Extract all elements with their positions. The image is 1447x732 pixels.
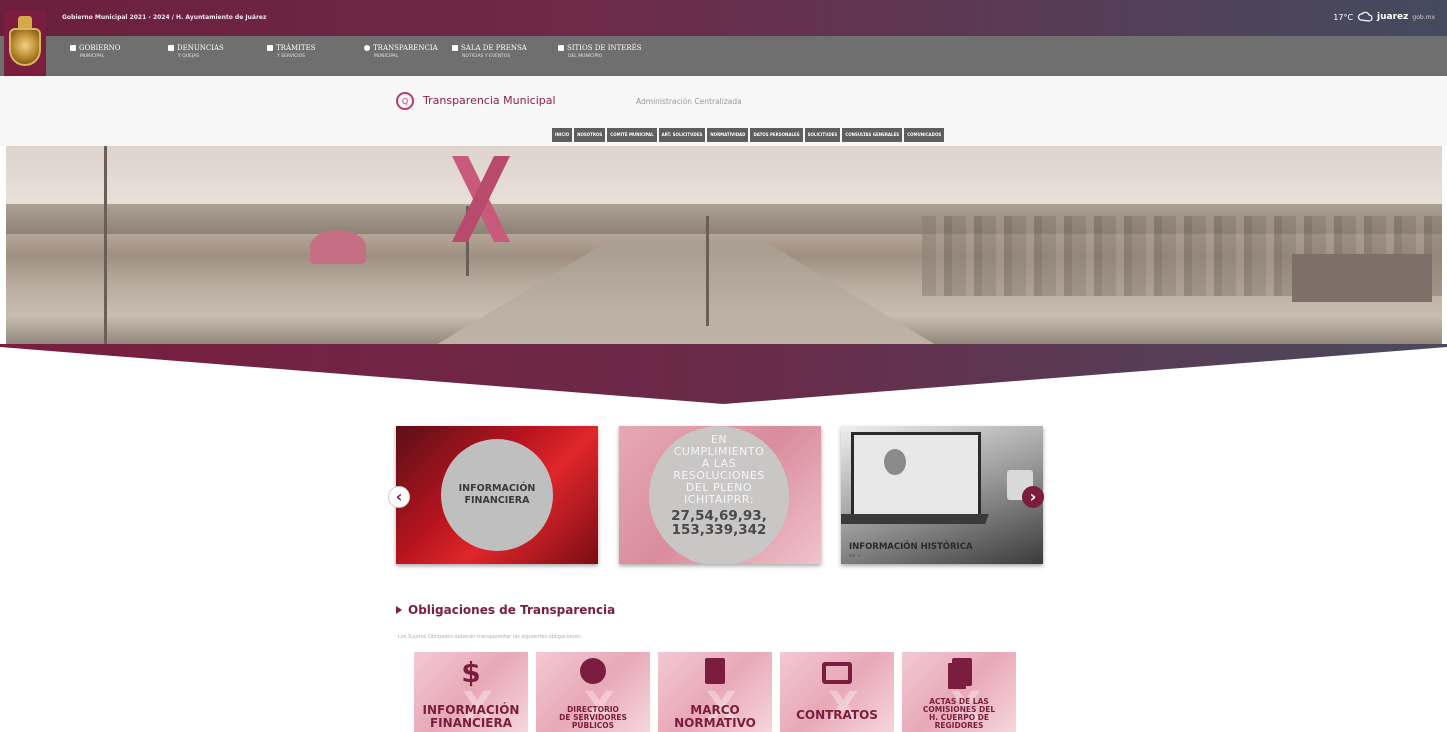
carousel-slide-informacion-historica[interactable]: INFORMACIÓN HISTÓRICA ver + — [841, 426, 1043, 564]
nav-item-sublabel: NOTICIAS Y EVENTOS — [462, 54, 511, 59]
search-icon — [364, 45, 370, 51]
slide-label: INFORMACIÓN FINANCIERA — [458, 483, 536, 506]
carousel-next-button[interactable]: › — [1022, 486, 1044, 508]
temperature: 17°C — [1333, 12, 1354, 22]
nav-item-denuncias[interactable]: DENUNCIAS Y QUEJAS — [168, 44, 224, 59]
top-bar: Gobierno Municipal 2021 - 2024 / H. Ayun… — [0, 0, 1447, 36]
tile-label: MARCO NORMATIVO — [674, 703, 756, 730]
nav-item-sala-de-prensa[interactable]: SALA DE PRENSA NOTICIAS Y EVENTOS — [452, 44, 527, 59]
slide-label: INFORMACIÓN HISTÓRICA — [849, 542, 973, 552]
carousel-slide-resoluciones[interactable]: EN CUMPLIMIENTO A LAS RESOLUCIONES DEL P… — [619, 426, 821, 564]
main-nav: GOBIERNO MUNICIPAL DENUNCIAS Y QUEJAS TR… — [0, 36, 1447, 76]
nav-item-sublabel: Y QUEJAS — [178, 54, 200, 59]
tile-label: CONTRATOS — [796, 708, 878, 722]
hero-power-pole — [104, 146, 107, 346]
laptop-base — [841, 514, 989, 524]
nav-item-sublabel: MUNICIPAL — [374, 54, 399, 59]
site-brand-suffix: gob.mx — [1412, 13, 1435, 21]
subnav-item-art-solicitudes[interactable]: ART. SOLICITUDES — [658, 128, 706, 142]
section-title[interactable]: Transparencia Municipal — [423, 94, 556, 107]
tile-watermark: X — [828, 684, 859, 730]
nav-item-sublabel: MUNICIPAL — [80, 54, 105, 59]
nav-item-gobierno[interactable]: GOBIERNO MUNICIPAL — [70, 44, 120, 59]
subnav-item-comunicados[interactable]: COMUNICADOS — [904, 128, 945, 142]
slide-numbers: 27,54,69,93, 153,339,342 — [671, 508, 767, 538]
weather-widget: 17°C juarez gob.mx — [1333, 10, 1435, 24]
featured-carousel: INFORMACIÓN FINANCIERA EN CUMPLIMIENTO A… — [388, 426, 1046, 566]
subnav-item-solicitudes[interactable]: SOLICITUDES — [804, 128, 841, 142]
tile-contratos[interactable]: X CONTRATOS — [780, 652, 894, 732]
carousel-slide-informacion-financiera[interactable]: INFORMACIÓN FINANCIERA — [396, 426, 598, 564]
crown-icon — [18, 16, 32, 28]
nav-item-label: GOBIERNO — [79, 44, 121, 52]
directory-icon — [536, 658, 650, 688]
hero-building — [1292, 254, 1432, 302]
nav-item-label: TRÁMITES — [276, 44, 316, 52]
hero-x-monument — [452, 156, 510, 242]
cloud-icon — [1357, 11, 1373, 22]
obligaciones-tiles: X $ INFORMACIÓN FINANCIERA X DIRECTORIO … — [414, 652, 1016, 732]
megaphone-icon — [168, 45, 174, 51]
tile-label: INFORMACIÓN FINANCIERA — [422, 703, 520, 730]
section-subtitle[interactable]: Administración Centralizada — [636, 97, 742, 106]
hero-road — [426, 241, 946, 346]
building-icon — [70, 45, 76, 51]
triangle-right-icon — [396, 606, 402, 614]
slide-text: EN CUMPLIMIENTO A LAS RESOLUCIONES DEL P… — [673, 433, 765, 506]
newspaper-icon — [452, 45, 458, 51]
nav-item-label: TRANSPARENCIA — [373, 44, 438, 52]
subnav-item-consultas[interactable]: CONSULTAS GENERALES — [842, 128, 903, 142]
nav-item-sublabel: Y SERVICIOS — [277, 54, 306, 59]
tile-actas[interactable]: X ACTAS DE LAS COMISIONES DEL H. CUERPO … — [902, 652, 1016, 732]
nav-item-sublabel: DEL MUNICIPIO — [568, 54, 603, 59]
obligaciones-title: Obligaciones de Transparencia — [408, 603, 616, 617]
site-brand[interactable]: juarez — [1377, 12, 1408, 22]
nav-item-label: SITIOS DE INTERÉS — [567, 44, 642, 52]
subnav-item-nosotros[interactable]: NOSOTROS — [574, 128, 606, 142]
laptop-image — [851, 432, 981, 518]
nav-item-transparencia[interactable]: TRANSPARENCIA MUNICIPAL — [364, 44, 438, 59]
subnav-item-normatividad[interactable]: NORMATIVIDAD — [707, 128, 749, 142]
tile-label: DIRECTORIO DE SERVIDORES PÚBLICOS — [559, 705, 627, 730]
tile-label: ACTAS DE LAS COMISIONES DEL H. CUERPO DE… — [922, 697, 996, 730]
nav-item-sitios[interactable]: SITIOS DE INTERÉS DEL MUNICIPIO — [558, 44, 642, 59]
hero-lamp-pole — [706, 216, 709, 326]
hero-chevron-band — [0, 344, 1447, 404]
document-icon — [658, 658, 772, 688]
sub-nav: INICIO NOSOTROS COMITÉ MUNICIPAL ART. SO… — [552, 128, 945, 142]
slide-sublabel: ver + — [849, 553, 861, 558]
tile-directorio[interactable]: X DIRECTORIO DE SERVIDORES PÚBLICOS — [536, 652, 650, 732]
hero-city-panorama — [6, 146, 1442, 346]
subnav-item-datos-personales[interactable]: DATOS PERSONALES — [750, 128, 803, 142]
document-icon — [267, 45, 273, 51]
government-text: Gobierno Municipal 2021 - 2024 / H. Ayun… — [62, 14, 267, 21]
chevron-right-icon: › — [1029, 487, 1037, 506]
link-icon — [558, 45, 564, 51]
slide-circle: EN CUMPLIMIENTO A LAS RESOLUCIONES DEL P… — [649, 426, 789, 564]
section-header: Q Transparencia Municipal Administración… — [0, 76, 1447, 146]
nav-item-label: DENUNCIAS — [177, 44, 224, 52]
obligaciones-subtitle: Los Sujetos Obligados deberán transparen… — [398, 634, 582, 640]
tile-marco-normativo[interactable]: X MARCO NORMATIVO — [658, 652, 772, 732]
transparency-search-icon: Q — [396, 92, 414, 110]
hero-monument-ball — [310, 230, 366, 264]
carousel-prev-button[interactable]: ‹ — [388, 486, 410, 508]
book-icon — [902, 658, 1016, 690]
nav-item-tramites[interactable]: TRÁMITES Y SERVICIOS — [267, 44, 316, 59]
shield-icon — [9, 28, 41, 66]
dollar-icon: $ — [461, 656, 481, 689]
slide-circle: INFORMACIÓN FINANCIERA — [441, 439, 553, 551]
subnav-item-comite[interactable]: COMITÉ MUNICIPAL — [607, 128, 657, 142]
nav-item-label: SALA DE PRENSA — [461, 44, 527, 52]
subnav-item-inicio[interactable]: INICIO — [552, 128, 573, 142]
obligaciones-heading: Obligaciones de Transparencia — [396, 603, 615, 617]
tile-informacion-financiera[interactable]: X $ INFORMACIÓN FINANCIERA — [414, 652, 528, 732]
briefcase-icon — [780, 658, 894, 688]
chevron-left-icon: ‹ — [395, 487, 403, 506]
